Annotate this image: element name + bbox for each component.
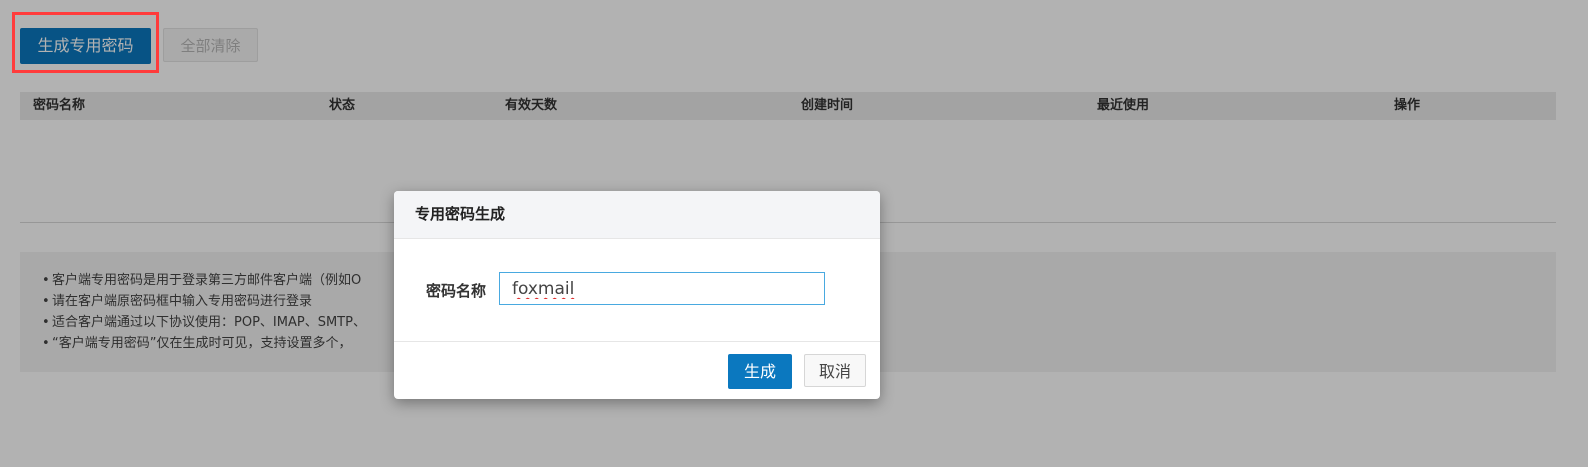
dialog-body: 密码名称 — [394, 239, 880, 341]
password-name-input[interactable] — [499, 272, 825, 305]
highlight-annotation-box — [12, 12, 159, 73]
dialog-footer: 生成 取消 — [394, 341, 880, 399]
cancel-button[interactable]: 取消 — [804, 354, 866, 387]
password-name-label: 密码名称 — [426, 282, 487, 300]
dialog-title: 专用密码生成 — [394, 191, 880, 239]
generate-password-dialog: 专用密码生成 密码名称 生成 取消 — [394, 191, 880, 399]
generate-button[interactable]: 生成 — [728, 354, 792, 389]
